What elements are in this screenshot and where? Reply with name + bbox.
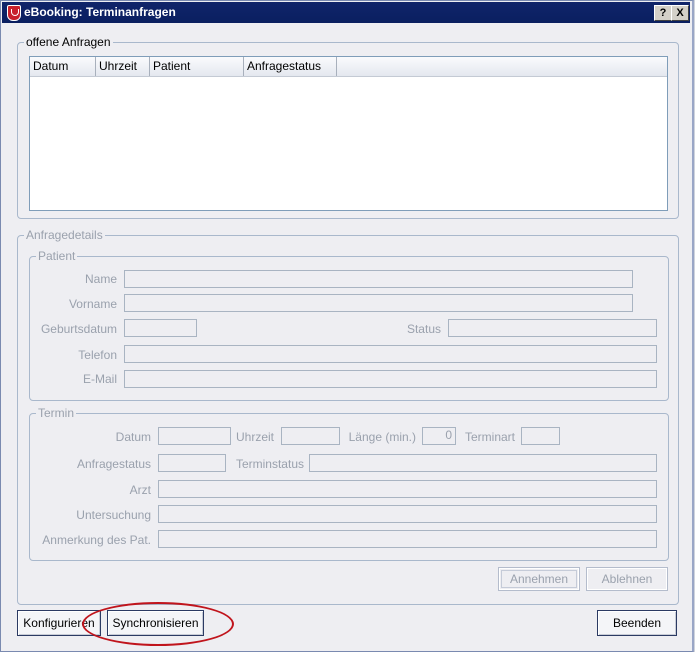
ablehnen-label: Ablehnen xyxy=(601,572,653,586)
name-label: Name xyxy=(84,272,117,286)
table-header: Datum Uhrzeit Patient Anfragestatus xyxy=(30,57,667,77)
anmerkung-label: Anmerkung des Pat. xyxy=(42,533,151,547)
column-header-uhrzeit[interactable]: Uhrzeit xyxy=(96,57,150,76)
annotation-circle xyxy=(82,602,234,646)
terminstatus-field[interactable] xyxy=(309,454,657,472)
email-label: E-Mail xyxy=(82,372,117,386)
laenge-label: Länge (min.) xyxy=(348,430,416,444)
anmerkung-field[interactable] xyxy=(158,530,657,548)
email-field[interactable] xyxy=(124,370,657,388)
beenden-button[interactable]: Beenden xyxy=(597,610,677,636)
column-header-patient[interactable]: Patient xyxy=(150,57,244,76)
window-title: eBooking: Terminanfragen xyxy=(24,5,176,19)
help-button[interactable]: ? xyxy=(654,5,672,21)
vorname-label: Vorname xyxy=(68,297,117,311)
termin-uhrzeit-label: Uhrzeit xyxy=(235,430,274,444)
telefon-field[interactable] xyxy=(124,345,657,363)
annehmen-button[interactable]: Annehmen xyxy=(498,567,580,591)
offene-anfragen-legend: offene Anfragen xyxy=(24,35,113,49)
terminstatus-label: Terminstatus xyxy=(235,457,304,471)
column-header-datum[interactable]: Datum xyxy=(30,57,96,76)
ablehnen-button[interactable]: Ablehnen xyxy=(586,567,668,591)
terminart-label: Terminart xyxy=(464,430,515,444)
title-bar[interactable]: eBooking: Terminanfragen ? X xyxy=(2,2,690,23)
status-field[interactable] xyxy=(448,319,657,337)
terminart-field[interactable] xyxy=(521,427,560,445)
telefon-label: Telefon xyxy=(78,348,117,362)
geburtsdatum-field[interactable] xyxy=(124,319,197,337)
untersuchung-label: Untersuchung xyxy=(76,508,151,522)
name-field[interactable] xyxy=(124,270,633,288)
annehmen-label: Annehmen xyxy=(501,570,577,588)
geburtsdatum-label: Geburtsdatum xyxy=(40,322,117,336)
offene-anfragen-group: offene Anfragen Datum Uhrzeit Patient An… xyxy=(17,35,679,219)
termin-datum-field[interactable] xyxy=(158,427,231,445)
laenge-field[interactable]: 0 xyxy=(422,427,456,445)
termin-legend: Termin xyxy=(36,406,77,420)
anfragestatus-field[interactable] xyxy=(158,454,226,472)
vorname-field[interactable] xyxy=(124,294,633,312)
termin-datum-label: Datum xyxy=(115,430,151,444)
requests-table[interactable]: Datum Uhrzeit Patient Anfragestatus xyxy=(29,56,668,211)
column-header-anfragestatus[interactable]: Anfragestatus xyxy=(244,57,337,76)
terminanfragen-dialog: eBooking: Terminanfragen ? X offene Anfr… xyxy=(0,0,694,652)
arzt-field[interactable] xyxy=(158,480,657,498)
close-button[interactable]: X xyxy=(671,5,689,21)
arzt-label: Arzt xyxy=(129,483,151,497)
status-label: Status xyxy=(406,322,441,336)
untersuchung-field[interactable] xyxy=(158,505,657,523)
patient-legend: Patient xyxy=(36,249,78,263)
termin-uhrzeit-field[interactable] xyxy=(281,427,340,445)
anfragedetails-legend: Anfragedetails xyxy=(24,228,105,242)
anfragestatus-label: Anfragestatus xyxy=(76,457,151,471)
ebooking-shield-icon xyxy=(7,5,21,21)
